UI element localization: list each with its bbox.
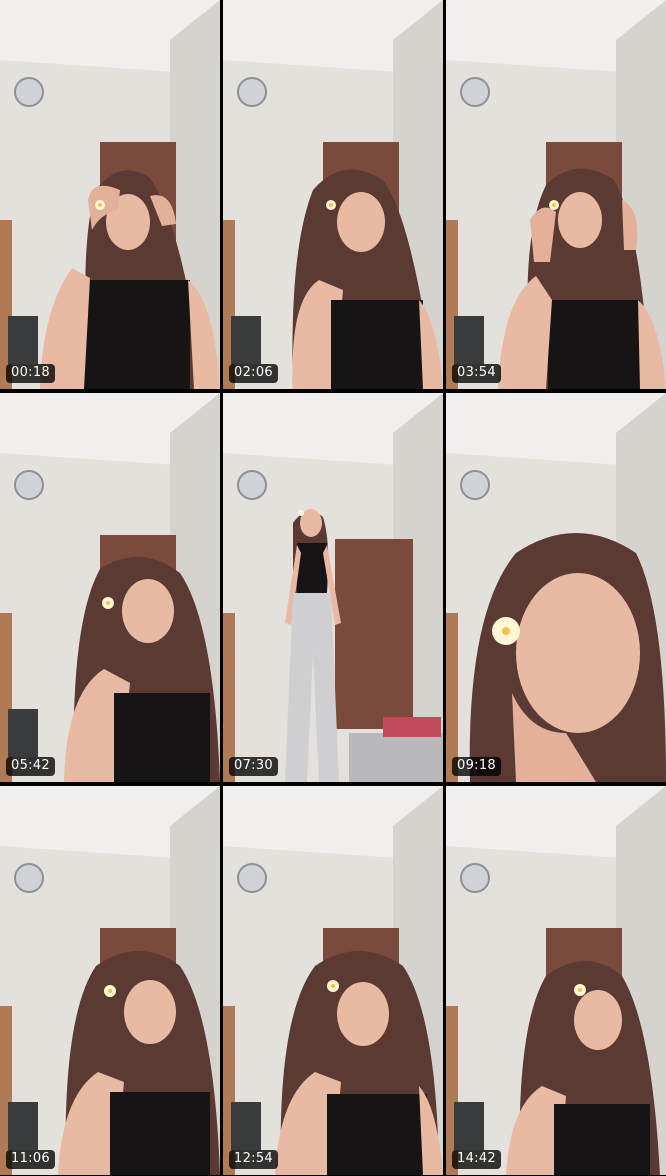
timestamp-badge: 07:30 xyxy=(229,757,278,776)
frame-scene-image xyxy=(223,0,443,389)
timestamp-badge: 03:54 xyxy=(452,364,501,383)
timestamp-badge: 00:18 xyxy=(6,364,55,383)
thumbnail-grid: 00:18 02:06 03:54 05:42 07:30 09:18 11:0… xyxy=(0,0,666,1176)
video-frame-thumbnail[interactable]: 09:18 xyxy=(446,393,666,782)
timestamp-badge: 09:18 xyxy=(452,757,501,776)
frame-scene-image xyxy=(446,0,666,389)
timestamp-badge: 05:42 xyxy=(6,757,55,776)
frame-scene-image xyxy=(0,393,220,782)
video-frame-thumbnail[interactable]: 00:18 xyxy=(0,0,220,389)
video-frame-thumbnail[interactable]: 11:06 xyxy=(0,786,220,1175)
video-frame-thumbnail[interactable]: 12:54 xyxy=(223,786,443,1175)
video-frame-thumbnail[interactable]: 14:42 xyxy=(446,786,666,1175)
timestamp-badge: 12:54 xyxy=(229,1150,278,1169)
video-frame-thumbnail[interactable]: 03:54 xyxy=(446,0,666,389)
frame-scene-image xyxy=(446,393,666,782)
frame-scene-image xyxy=(0,0,220,389)
frame-scene-image xyxy=(446,786,666,1175)
video-frame-thumbnail[interactable]: 02:06 xyxy=(223,0,443,389)
frame-scene-image xyxy=(0,786,220,1175)
frame-scene-image xyxy=(223,393,443,782)
timestamp-badge: 14:42 xyxy=(452,1150,501,1169)
timestamp-badge: 11:06 xyxy=(6,1150,55,1169)
video-frame-thumbnail[interactable]: 07:30 xyxy=(223,393,443,782)
frame-scene-image xyxy=(223,786,443,1175)
video-frame-thumbnail[interactable]: 05:42 xyxy=(0,393,220,782)
timestamp-badge: 02:06 xyxy=(229,364,278,383)
